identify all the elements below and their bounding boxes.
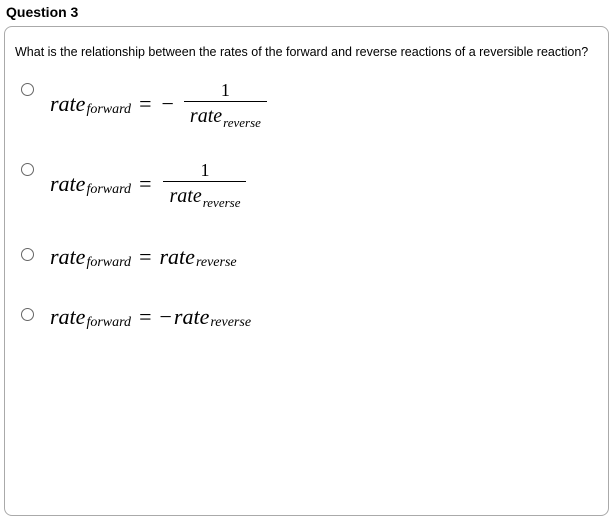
option-2[interactable]: rateforward = 1 ratereverse: [15, 161, 598, 206]
option-1[interactable]: rateforward = − 1 ratereverse: [15, 81, 598, 126]
option-4-equation: rateforward = −ratereverse: [50, 306, 251, 328]
question-prompt: What is the relationship between the rat…: [15, 45, 598, 59]
option-4[interactable]: rateforward = −ratereverse: [15, 306, 598, 328]
question-number: Question 3: [0, 0, 613, 26]
option-2-equation: rateforward = 1 ratereverse: [50, 161, 246, 206]
option-3[interactable]: rateforward = ratereverse: [15, 246, 598, 268]
radio-icon[interactable]: [21, 163, 34, 176]
radio-icon[interactable]: [21, 248, 34, 261]
option-1-equation: rateforward = − 1 ratereverse: [50, 81, 267, 126]
radio-icon[interactable]: [21, 308, 34, 321]
radio-icon[interactable]: [21, 83, 34, 96]
option-3-equation: rateforward = ratereverse: [50, 246, 237, 268]
question-container: What is the relationship between the rat…: [4, 26, 609, 516]
